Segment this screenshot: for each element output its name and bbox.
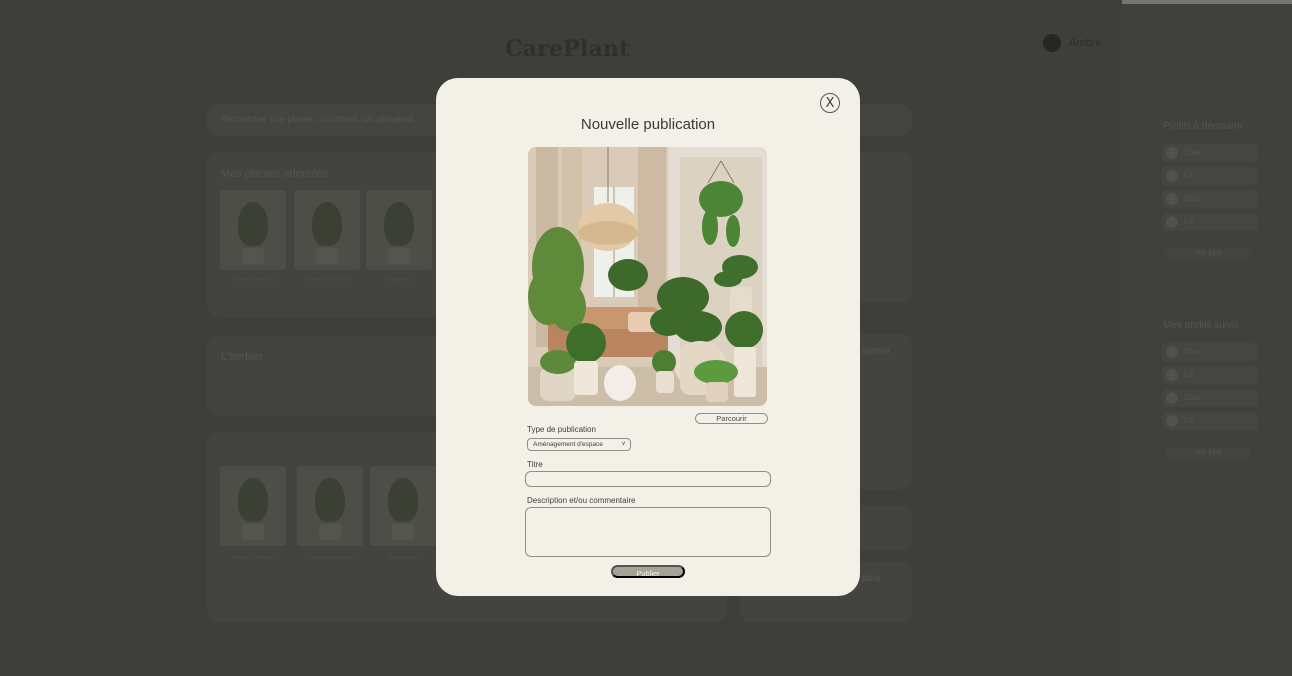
discover-more-button: Voir plus bbox=[1166, 248, 1250, 260]
profile-item: Elsa bbox=[1162, 190, 1258, 208]
plant-card bbox=[294, 190, 360, 270]
browse-button[interactable]: Parcourir bbox=[695, 413, 768, 424]
profile-name: Lili bbox=[1184, 171, 1194, 180]
plant-card bbox=[297, 466, 363, 546]
plant-card-label: Plante d'intérieur bbox=[232, 277, 274, 283]
modal-title: Nouvelle publication bbox=[580, 116, 716, 133]
followed-more-button: Voir plus bbox=[1166, 447, 1250, 459]
profile-item: Elsa bbox=[1162, 389, 1258, 407]
profile-item: Lili bbox=[1162, 213, 1258, 231]
plant-card-label: Plante d'intérieur bbox=[232, 555, 274, 561]
profile-name: Elsa bbox=[1184, 194, 1200, 203]
title-input[interactable] bbox=[525, 471, 771, 487]
plant-card bbox=[220, 466, 286, 546]
app-logo: CarePlant bbox=[505, 36, 630, 62]
profile-name: Elsa bbox=[1184, 393, 1200, 402]
profile-name: Lili bbox=[1184, 416, 1194, 425]
description-textarea[interactable] bbox=[525, 507, 771, 557]
search-placeholder: Rechercher une plante, un conseil, un ut… bbox=[221, 114, 421, 124]
description-label: Description et/ou commentaire bbox=[527, 496, 636, 505]
plant-card bbox=[370, 466, 436, 546]
plant-card-label: Aglaonema bbox=[389, 555, 417, 561]
user-name: Ambre bbox=[1069, 37, 1102, 49]
title-label: Titre bbox=[527, 460, 543, 469]
profile-item: Lili bbox=[1162, 167, 1258, 185]
adopted-plants-title: Mes plantes adoptées bbox=[221, 168, 329, 180]
post-type-value: Aménagement d'espace bbox=[533, 441, 603, 448]
profile-item: Lili bbox=[1162, 366, 1258, 384]
right-sidebar-topbar bbox=[1122, 0, 1292, 4]
plant-card bbox=[220, 190, 286, 270]
right-card-label: autour bbox=[862, 346, 891, 357]
profile-item: Elsa bbox=[1162, 144, 1258, 162]
profile-name: Lili bbox=[1184, 217, 1194, 226]
publish-button[interactable]: Publier bbox=[611, 565, 685, 578]
close-button[interactable]: X bbox=[820, 93, 840, 113]
profile-name: Elsa bbox=[1184, 148, 1200, 157]
followed-profiles-title: Mes profils suivis bbox=[1163, 320, 1240, 331]
user-profile: Ambre bbox=[1043, 34, 1101, 52]
chevron-down-icon: v bbox=[622, 441, 625, 447]
herbarium-title: L'herbier bbox=[221, 351, 264, 363]
profile-item: Lili bbox=[1162, 412, 1258, 430]
right-sidebar bbox=[1122, 0, 1292, 676]
post-image-preview bbox=[528, 147, 767, 406]
avatar bbox=[1043, 34, 1061, 52]
plant-card bbox=[366, 190, 432, 270]
profile-name: Lili bbox=[1184, 370, 1194, 379]
profile-item: Elsa bbox=[1162, 343, 1258, 361]
post-type-select[interactable]: Aménagement d'espace v bbox=[527, 438, 631, 451]
right-card-label: pins bbox=[862, 573, 881, 584]
post-type-label: Type de publication bbox=[527, 425, 596, 434]
profile-name: Elsa bbox=[1184, 347, 1200, 356]
discover-profiles-title: Profils à découvrir bbox=[1163, 121, 1244, 132]
plant-card-label: Monstera deliciosa bbox=[304, 277, 350, 283]
plant-card-label: Monstera deliciosa bbox=[307, 555, 353, 561]
plant-card-label: Aglaonema bbox=[385, 277, 413, 283]
